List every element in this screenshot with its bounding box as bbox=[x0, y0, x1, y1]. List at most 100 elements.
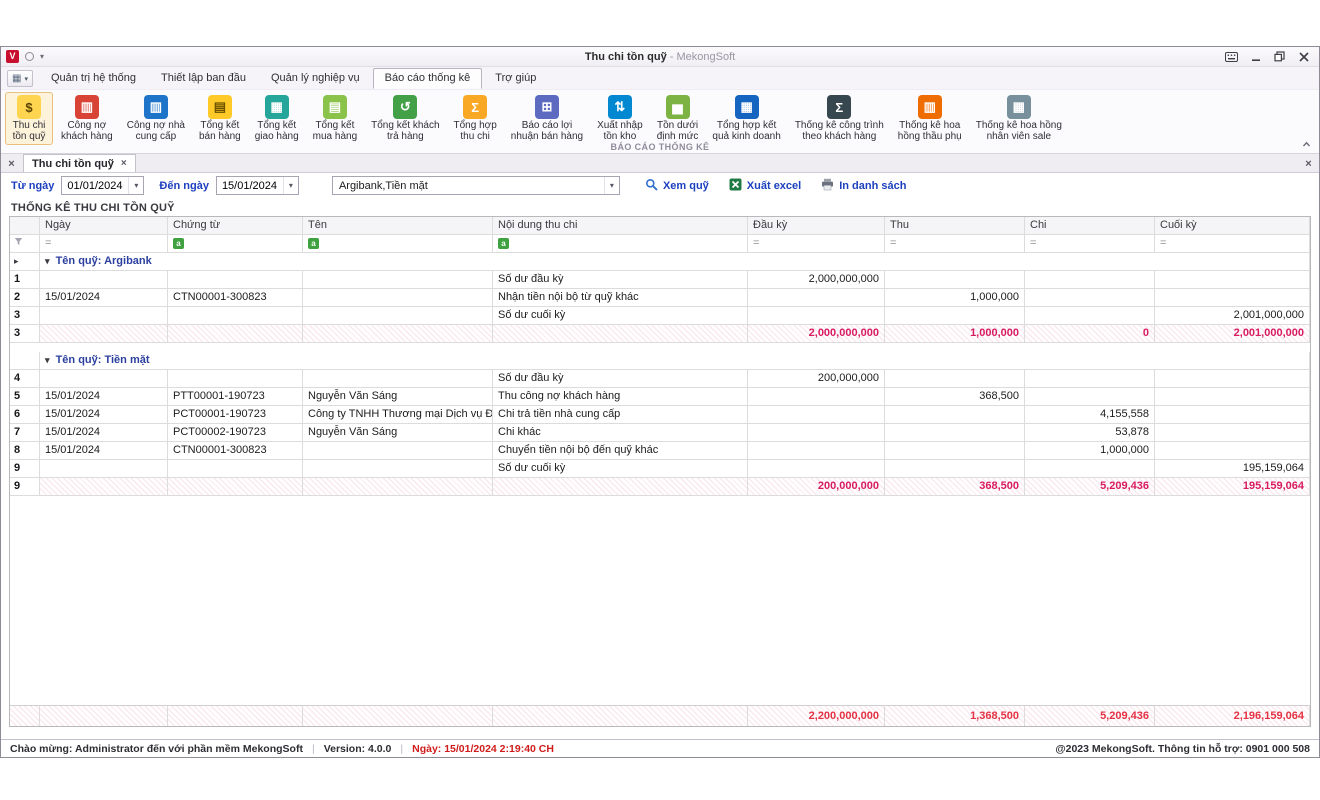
chevron-down-icon[interactable]: ▾ bbox=[604, 177, 619, 194]
quick-access-toolbar: V ▾ bbox=[6, 50, 44, 63]
cell-4 bbox=[748, 406, 885, 424]
from-date-input[interactable]: ▾ bbox=[61, 176, 144, 195]
table-row[interactable]: 715/01/2024PCT00002-190723Nguyễn Văn Sán… bbox=[10, 424, 1310, 442]
column-header-3[interactable]: Nội dung thu chi bbox=[493, 217, 748, 235]
ribbon-item-0[interactable]: $Thu chi tồn quỹ bbox=[5, 92, 53, 145]
table-row[interactable]: 4Số dư đầu kỳ200,000,000 bbox=[10, 370, 1310, 388]
row-number: 7 bbox=[10, 424, 40, 442]
printer-icon bbox=[821, 178, 834, 194]
menu-tab-0[interactable]: Quản trị hệ thống bbox=[39, 68, 148, 89]
table-row[interactable]: 215/01/2024CTN00001-300823Nhận tiền nội … bbox=[10, 289, 1310, 307]
action-button-1[interactable]: Xuất excel bbox=[729, 178, 801, 194]
ribbon-item-1[interactable]: ▥Công nợ khách hàng bbox=[55, 92, 119, 145]
ribbon-item-2[interactable]: ▥Công nợ nhà cung cấp bbox=[121, 92, 191, 145]
column-header-1[interactable]: Chứng từ bbox=[168, 217, 303, 235]
column-filter-3[interactable]: a bbox=[493, 235, 748, 253]
to-date-value[interactable] bbox=[217, 177, 283, 194]
column-filter-0[interactable]: = bbox=[40, 235, 168, 253]
close-all-tabs-icon[interactable]: × bbox=[4, 156, 19, 171]
ribbon-items: $Thu chi tồn quỹ▥Công nợ khách hàng▥Công… bbox=[1, 90, 1319, 140]
group-header-label: ▾ Tên quỹ: Tiền mặt bbox=[40, 352, 1310, 370]
ribbon-item-label: Báo cáo lợi nhuận bán hàng bbox=[511, 121, 583, 142]
grid-icon: ▦ bbox=[12, 73, 21, 84]
cell-2 bbox=[303, 442, 493, 460]
column-filter-6[interactable]: = bbox=[1025, 235, 1155, 253]
calendar-dropdown-icon[interactable]: ▾ bbox=[128, 177, 143, 194]
doc-tab-thu-chi-ton-quy[interactable]: Thu chi tồn quỹ × bbox=[23, 154, 136, 172]
row-filter-icon[interactable] bbox=[10, 235, 40, 253]
column-filter-4[interactable]: = bbox=[748, 235, 885, 253]
collapse-group-icon[interactable]: ▾ bbox=[45, 256, 50, 266]
ribbon-item-7[interactable]: ΣTổng hợp thu chi bbox=[448, 92, 503, 145]
minimize-icon[interactable] bbox=[1245, 49, 1266, 65]
collapse-group-icon[interactable]: ▾ bbox=[45, 355, 50, 365]
quick-access-toggle-icon[interactable] bbox=[25, 52, 34, 61]
calendar-dropdown-icon[interactable]: ▾ bbox=[283, 177, 298, 194]
total-cell-5: 1,368,500 bbox=[885, 705, 1025, 726]
table-row[interactable]: 815/01/2024CTN00001-300823Chuyển tiền nộ… bbox=[10, 442, 1310, 460]
ribbon-item-9[interactable]: ⇅Xuất nhập tồn kho bbox=[591, 92, 649, 145]
menu-tab-4[interactable]: Trợ giúp bbox=[483, 68, 548, 89]
cell-6: 53,878 bbox=[1025, 424, 1155, 442]
ribbon-item-11[interactable]: ▦Tổng hợp kết quả kinh doanh bbox=[706, 92, 786, 145]
menu-tab-3[interactable]: Báo cáo thống kê bbox=[373, 68, 483, 89]
cell-3: Chi khác bbox=[493, 424, 748, 442]
ribbon-item-12[interactable]: ΣThống kê công trình theo khách hàng bbox=[789, 92, 890, 145]
ribbon-item-6[interactable]: ↺Tổng kết khách trả hàng bbox=[365, 92, 445, 145]
app-menu-button[interactable]: ▦ ▾ bbox=[7, 70, 33, 87]
group-row-0[interactable]: ▸▾ Tên quỹ: Argibank bbox=[10, 253, 1310, 271]
column-header-5[interactable]: Thu bbox=[885, 217, 1025, 235]
menu-tab-1[interactable]: Thiết lập ban đầu bbox=[149, 68, 258, 89]
ribbon-item-13[interactable]: ▥Thống kê hoa hồng thầu phụ bbox=[892, 92, 968, 145]
ribbon-item-10[interactable]: ▅Tồn dưới định mức bbox=[651, 92, 705, 145]
column-header-0[interactable]: Ngày bbox=[40, 217, 168, 235]
column-header-4[interactable]: Đầu kỳ bbox=[748, 217, 885, 235]
summary-cell-5: 368,500 bbox=[885, 478, 1025, 496]
close-document-icon[interactable]: × bbox=[1301, 156, 1316, 171]
column-filter-7[interactable]: = bbox=[1155, 235, 1310, 253]
cell-0: 15/01/2024 bbox=[40, 388, 168, 406]
table-row[interactable]: 1Số dư đầu kỳ2,000,000,000 bbox=[10, 271, 1310, 289]
action-button-0[interactable]: Xem quỹ bbox=[645, 178, 709, 194]
summary-cell-2 bbox=[303, 325, 493, 343]
table-row[interactable]: 9Số dư cuối kỳ195,159,064 bbox=[10, 460, 1310, 478]
ribbon-item-label: Tổng kết giao hàng bbox=[255, 121, 299, 142]
summary-cell-3 bbox=[493, 325, 748, 343]
column-filter-2[interactable]: a bbox=[303, 235, 493, 253]
keyboard-shortcuts-icon[interactable] bbox=[1221, 49, 1242, 65]
table-row[interactable]: 615/01/2024PCT00001-190723Công ty TNHH T… bbox=[10, 406, 1310, 424]
ribbon-item-4[interactable]: ▦Tổng kết giao hàng bbox=[249, 92, 305, 145]
menu-tab-2[interactable]: Quản lý nghiệp vụ bbox=[259, 68, 372, 89]
column-header-6[interactable]: Chi bbox=[1025, 217, 1155, 235]
restore-icon[interactable] bbox=[1269, 49, 1290, 65]
table-row[interactable]: 3Số dư cuối kỳ2,001,000,000 bbox=[10, 307, 1310, 325]
group-row-1[interactable]: ▾ Tên quỹ: Tiền mặt bbox=[10, 352, 1310, 370]
summary-cell-1 bbox=[168, 325, 303, 343]
to-date-input[interactable]: ▾ bbox=[216, 176, 299, 195]
cell-5 bbox=[885, 424, 1025, 442]
column-filter-1[interactable]: a bbox=[168, 235, 303, 253]
from-date-value[interactable] bbox=[62, 177, 128, 194]
search-icon bbox=[645, 178, 658, 194]
row-number: 5 bbox=[10, 388, 40, 406]
fund-select[interactable]: Argibank,Tiền mặt ▾ bbox=[332, 176, 620, 195]
close-tab-icon[interactable]: × bbox=[121, 158, 127, 169]
column-header-7[interactable]: Cuối kỳ bbox=[1155, 217, 1310, 235]
sales-summary-icon: ▤ bbox=[208, 95, 232, 119]
cell-4 bbox=[748, 442, 885, 460]
close-icon[interactable] bbox=[1293, 49, 1314, 65]
cell-4 bbox=[748, 460, 885, 478]
ribbon-item-14[interactable]: ▦Thống kê hoa hồng nhân viên sale bbox=[970, 92, 1068, 145]
collapse-ribbon-icon[interactable] bbox=[1302, 140, 1311, 152]
table-row[interactable]: 515/01/2024PTT00001-190723Nguyễn Văn Sán… bbox=[10, 388, 1310, 406]
action-button-2[interactable]: In danh sách bbox=[821, 178, 906, 194]
document-tab-bar: × Thu chi tồn quỹ × × bbox=[1, 154, 1319, 173]
column-header-2[interactable]: Tên bbox=[303, 217, 493, 235]
ribbon-item-5[interactable]: ▤Tổng kết mua hàng bbox=[307, 92, 363, 145]
column-filter-5[interactable]: = bbox=[885, 235, 1025, 253]
ribbon-item-3[interactable]: ▤Tổng kết bán hàng bbox=[193, 92, 247, 145]
ribbon-item-label: Tổng kết bán hàng bbox=[199, 121, 241, 142]
app-logo: V bbox=[6, 50, 19, 63]
ribbon-item-8[interactable]: ⊞Báo cáo lợi nhuận bán hàng bbox=[505, 92, 589, 145]
quick-access-dropdown-icon[interactable]: ▾ bbox=[40, 52, 44, 61]
